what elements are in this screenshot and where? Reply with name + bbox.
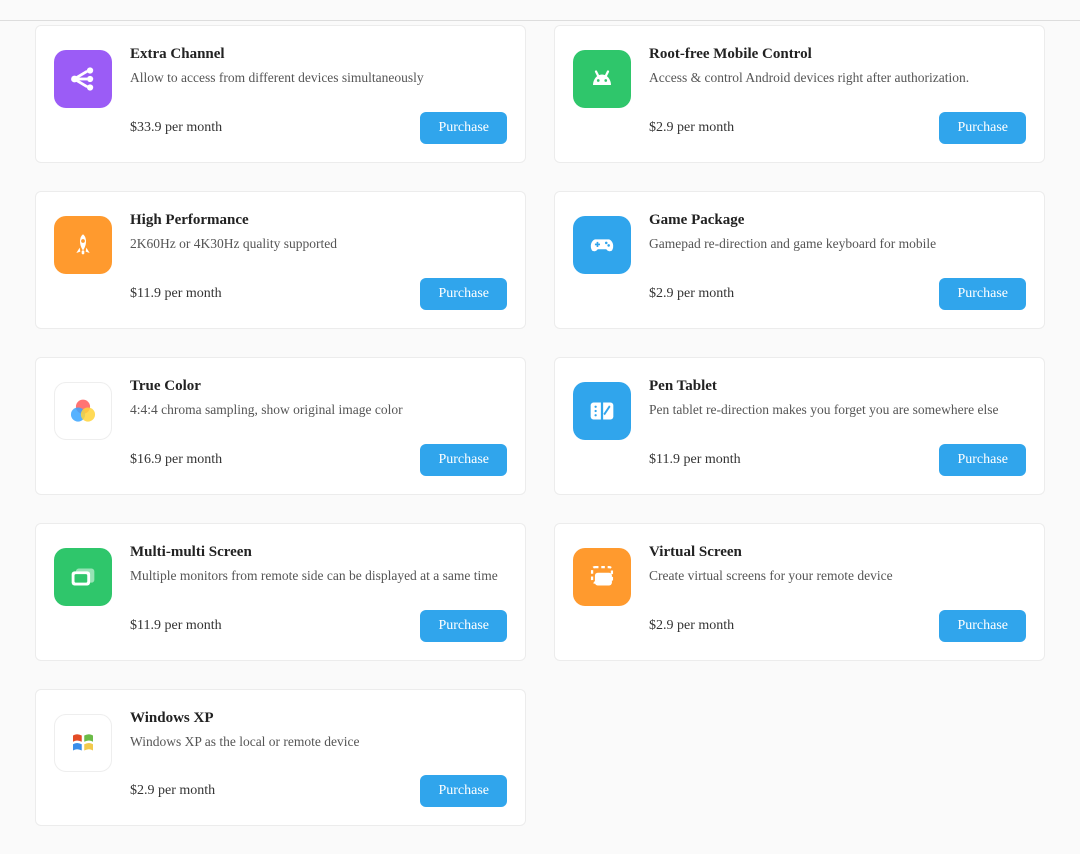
product-bottom-row: $11.9 per month Purchase: [130, 586, 507, 642]
product-title: Multi-multi Screen: [130, 544, 507, 561]
product-price: $2.9 per month: [130, 783, 215, 799]
color-icon: [54, 382, 112, 440]
product-content: Windows XP Windows XP as the local or re…: [130, 710, 507, 808]
product-title: Root-free Mobile Control: [649, 46, 1026, 63]
product-bottom-row: $2.9 per month Purchase: [649, 586, 1026, 642]
product-bottom-row: $2.9 per month Purchase: [649, 88, 1026, 144]
product-desc: 2K60Hz or 4K30Hz quality supported: [130, 235, 507, 254]
product-card: Extra Channel Allow to access from diffe…: [35, 25, 526, 163]
product-grid: Extra Channel Allow to access from diffe…: [0, 21, 1080, 854]
top-divider: [0, 0, 1080, 21]
product-card: Game Package Gamepad re-direction and ga…: [554, 191, 1045, 329]
product-price: $2.9 per month: [649, 286, 734, 302]
product-desc: Allow to access from different devices s…: [130, 69, 507, 88]
product-price: $11.9 per month: [130, 286, 222, 302]
android-icon: [573, 50, 631, 108]
pen-tablet-icon: [573, 382, 631, 440]
product-content: High Performance 2K60Hz or 4K30Hz qualit…: [130, 212, 507, 310]
product-title: True Color: [130, 378, 507, 395]
purchase-button[interactable]: Purchase: [420, 444, 507, 476]
product-desc: Access & control Android devices right a…: [649, 69, 1026, 88]
product-title: High Performance: [130, 212, 507, 229]
product-content: Game Package Gamepad re-direction and ga…: [649, 212, 1026, 310]
product-price: $16.9 per month: [130, 452, 222, 468]
product-content: Extra Channel Allow to access from diffe…: [130, 46, 507, 144]
monitor-icon: [54, 548, 112, 606]
product-title: Extra Channel: [130, 46, 507, 63]
product-title: Pen Tablet: [649, 378, 1026, 395]
product-card: Virtual Screen Create virtual screens fo…: [554, 523, 1045, 661]
purchase-button[interactable]: Purchase: [939, 444, 1026, 476]
product-content: Root-free Mobile Control Access & contro…: [649, 46, 1026, 144]
product-card: Root-free Mobile Control Access & contro…: [554, 25, 1045, 163]
product-desc: Create virtual screens for your remote d…: [649, 567, 1026, 586]
windows-icon: [54, 714, 112, 772]
product-card: True Color 4:4:4 chroma sampling, show o…: [35, 357, 526, 495]
product-card: Pen Tablet Pen tablet re-direction makes…: [554, 357, 1045, 495]
share-icon: [54, 50, 112, 108]
product-bottom-row: $33.9 per month Purchase: [130, 88, 507, 144]
product-desc: Pen tablet re-direction makes you forget…: [649, 401, 1026, 420]
purchase-button[interactable]: Purchase: [420, 278, 507, 310]
product-card: Windows XP Windows XP as the local or re…: [35, 689, 526, 827]
product-content: Virtual Screen Create virtual screens fo…: [649, 544, 1026, 642]
product-bottom-row: $2.9 per month Purchase: [130, 751, 507, 807]
gamepad-icon: [573, 216, 631, 274]
product-price: $33.9 per month: [130, 120, 222, 136]
product-content: Multi-multi Screen Multiple monitors fro…: [130, 544, 507, 642]
product-desc: 4:4:4 chroma sampling, show original ima…: [130, 401, 507, 420]
product-desc: Windows XP as the local or remote device: [130, 733, 507, 752]
product-desc: Multiple monitors from remote side can b…: [130, 567, 507, 586]
product-price: $11.9 per month: [649, 452, 741, 468]
product-card: High Performance 2K60Hz or 4K30Hz qualit…: [35, 191, 526, 329]
product-title: Windows XP: [130, 710, 507, 727]
purchase-button[interactable]: Purchase: [939, 610, 1026, 642]
product-bottom-row: $11.9 per month Purchase: [649, 420, 1026, 476]
purchase-button[interactable]: Purchase: [420, 112, 507, 144]
product-bottom-row: $2.9 per month Purchase: [649, 254, 1026, 310]
product-card: Multi-multi Screen Multiple monitors fro…: [35, 523, 526, 661]
purchase-button[interactable]: Purchase: [420, 775, 507, 807]
virtual-screen-icon: [573, 548, 631, 606]
purchase-button[interactable]: Purchase: [939, 278, 1026, 310]
product-price: $11.9 per month: [130, 618, 222, 634]
product-content: Pen Tablet Pen tablet re-direction makes…: [649, 378, 1026, 476]
rocket-icon: [54, 216, 112, 274]
product-bottom-row: $16.9 per month Purchase: [130, 420, 507, 476]
product-price: $2.9 per month: [649, 618, 734, 634]
product-title: Game Package: [649, 212, 1026, 229]
purchase-button[interactable]: Purchase: [420, 610, 507, 642]
product-price: $2.9 per month: [649, 120, 734, 136]
purchase-button[interactable]: Purchase: [939, 112, 1026, 144]
product-title: Virtual Screen: [649, 544, 1026, 561]
product-desc: Gamepad re-direction and game keyboard f…: [649, 235, 1026, 254]
product-content: True Color 4:4:4 chroma sampling, show o…: [130, 378, 507, 476]
product-bottom-row: $11.9 per month Purchase: [130, 254, 507, 310]
